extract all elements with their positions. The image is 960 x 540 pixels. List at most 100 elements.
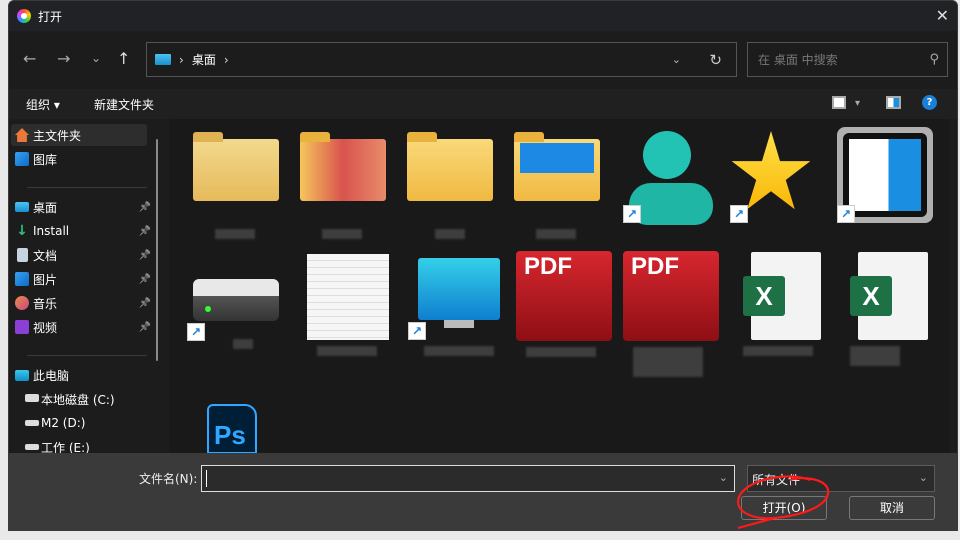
sidebar-item-label: 主文件夹 [33, 128, 82, 143]
blurred-label [743, 346, 813, 356]
command-bar: 组织 ▾ 新建文件夹 ▾ ? [9, 89, 957, 119]
folder-icon [300, 132, 386, 201]
sidebar-item-label: 文档 [33, 248, 58, 263]
sidebar-item-install[interactable]: ↓ Install 📌 [11, 220, 151, 242]
pdf-item[interactable]: PDF [623, 251, 719, 377]
preview-pane-icon[interactable] [886, 96, 901, 109]
blurred-label [536, 229, 576, 239]
refresh-button[interactable]: ↻ [709, 51, 722, 69]
folder-item[interactable] [300, 131, 386, 239]
music-icon [15, 296, 29, 310]
shortcut-arrow-icon: ↗ [187, 323, 205, 341]
folder-item[interactable] [407, 131, 493, 239]
breadcrumb-separator: › [179, 52, 184, 67]
sidebar-item-label: 图库 [33, 152, 58, 167]
blurred-label [526, 347, 596, 357]
filename-dropdown-icon[interactable]: ⌄ [719, 471, 728, 484]
dialog-title: 打开 [38, 9, 63, 24]
address-dropdown-icon[interactable]: ⌄ [672, 53, 681, 66]
blurred-label [233, 339, 253, 349]
open-button[interactable]: 打开(O) [741, 496, 827, 520]
search-icon[interactable]: ⚲ [929, 52, 939, 67]
title-bar: 打开 ✕ [9, 1, 957, 31]
monitor-icon [418, 258, 500, 320]
sidebar-item-label: 音乐 [33, 296, 58, 311]
sidebar-item-this-pc[interactable]: 此电脑 [11, 364, 147, 386]
organize-button[interactable]: 组织 ▾ [26, 96, 60, 113]
pdf-icon: PDF [623, 251, 719, 341]
drive-shortcut-item[interactable]: ↗ [187, 271, 279, 361]
navigation-pane: 主文件夹 图库 桌面 📌 ↓ Install 📌 文档 📌 图片 📌 音乐 📌 视频 📌 此电… [9, 119, 166, 455]
back-button[interactable]: ← [23, 49, 36, 68]
document-thumbnail-icon [307, 254, 389, 340]
excel-file-icon: X [743, 252, 821, 340]
file-list-scrollbar[interactable] [949, 119, 957, 453]
address-bar[interactable]: › 桌面 › ⌄ ↻ [146, 42, 737, 77]
sidebar-item-desktop[interactable]: 桌面 📌 [11, 196, 151, 218]
view-dropdown[interactable]: ▾ [855, 98, 860, 109]
text-caret [206, 470, 207, 487]
search-placeholder: 在 桌面 中搜索 [758, 53, 838, 67]
sidebar-item-label: 本地磁盘 (C:) [41, 392, 115, 407]
favorites-shortcut-item[interactable]: ↗ [728, 131, 814, 223]
user-shortcut-item[interactable]: ↗ [621, 131, 713, 225]
excel-item[interactable]: X [743, 252, 829, 356]
folder-icon [514, 132, 600, 201]
sidebar-item-music[interactable]: 音乐 📌 [11, 292, 151, 314]
breadcrumb-desktop[interactable]: 桌面 [192, 51, 216, 68]
open-file-dialog: 打开 ✕ ← → ⌄ ↑ › 桌面 › ⌄ ↻ 在 桌面 中搜索 ⚲ 组织 ▾ … [8, 0, 958, 531]
search-input[interactable]: 在 桌面 中搜索 ⚲ [747, 42, 948, 77]
filetype-dropdown-icon: ⌄ [918, 471, 928, 484]
filetype-select[interactable]: 所有文件 ⌄ [747, 465, 935, 492]
document-item[interactable] [307, 254, 393, 356]
folder-icon [193, 132, 279, 201]
sidebar-item-pictures[interactable]: 图片 📌 [11, 268, 151, 290]
home-icon [15, 128, 29, 142]
sidebar-scrollbar[interactable] [156, 139, 158, 361]
app-shortcut-item[interactable]: ↗ [835, 127, 933, 223]
sidebar-item-gallery[interactable]: 图库 [11, 148, 147, 170]
folder-item[interactable] [514, 131, 600, 239]
sidebar-item-drive-c[interactable]: 本地磁盘 (C:) [11, 388, 147, 410]
close-button[interactable]: ✕ [936, 6, 949, 25]
filename-input[interactable]: ⌄ [201, 465, 735, 492]
filetype-value: 所有文件 [752, 473, 801, 487]
shortcut-arrow-icon: ↗ [408, 322, 426, 340]
sidebar-item-drive-d[interactable]: M2 (D:) [11, 412, 147, 434]
sidebar-item-label: 视频 [33, 320, 58, 335]
pin-icon[interactable]: 📌 [139, 274, 151, 285]
dialog-footer: 文件名(N): ⌄ 所有文件 ⌄ 打开(O) 取消 [9, 453, 957, 530]
divider [27, 355, 147, 356]
recent-locations-button[interactable]: ⌄ [91, 51, 101, 65]
pin-icon[interactable]: 📌 [139, 322, 151, 333]
breadcrumb-separator[interactable]: › [224, 53, 229, 67]
new-folder-button[interactable]: 新建文件夹 [94, 96, 154, 113]
divider [27, 187, 147, 188]
folder-item[interactable] [193, 131, 279, 239]
pin-icon[interactable]: 📌 [139, 298, 151, 309]
help-button[interactable]: ? [922, 95, 937, 110]
excel-item[interactable]: X [850, 252, 936, 366]
hard-drive-icon [193, 279, 279, 321]
pin-icon[interactable]: 📌 [139, 250, 151, 261]
sidebar-item-label: 此电脑 [33, 368, 70, 383]
blurred-label [317, 346, 377, 356]
user-icon [643, 131, 691, 179]
pdf-icon: PDF [516, 251, 612, 341]
computer-icon [15, 369, 29, 381]
blurred-label [435, 229, 465, 239]
view-icon[interactable] [832, 96, 846, 109]
sidebar-item-home[interactable]: 主文件夹 [11, 124, 147, 146]
pdf-item[interactable]: PDF [516, 251, 612, 357]
sidebar-item-videos[interactable]: 视频 📌 [11, 316, 151, 338]
pin-icon[interactable]: 📌 [139, 226, 151, 237]
forward-button[interactable]: → [57, 49, 70, 68]
sidebar-item-documents[interactable]: 文档 📌 [11, 244, 151, 266]
pin-icon[interactable]: 📌 [139, 202, 151, 213]
up-button[interactable]: ↑ [117, 49, 130, 68]
sidebar-item-label: Install [33, 224, 70, 238]
app-icon [17, 9, 31, 23]
cancel-button[interactable]: 取消 [849, 496, 935, 520]
desktop-icon [15, 202, 29, 212]
computer-shortcut-item[interactable]: ↗ [408, 254, 500, 356]
